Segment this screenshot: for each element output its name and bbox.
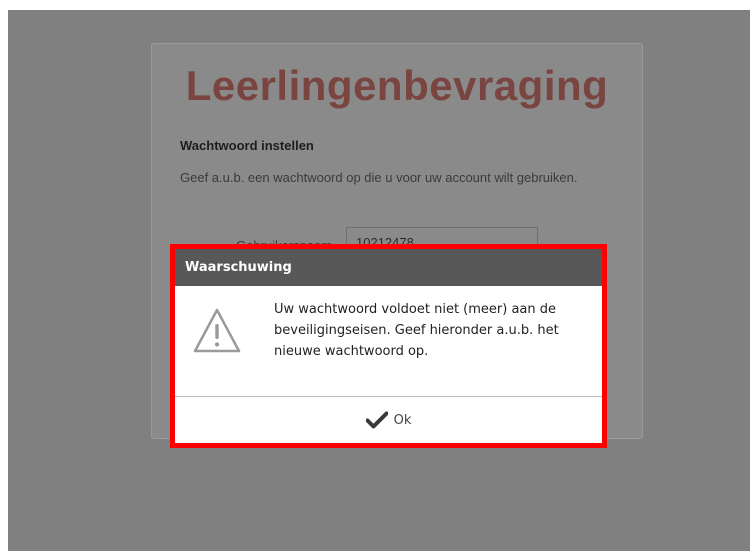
section-instructions: Geef a.u.b. een wachtwoord op die u voor… <box>180 170 578 185</box>
dialog-message: Uw wachtwoord voldoet niet (meer) aan de… <box>274 302 559 359</box>
dialog-title: Waarschuwing <box>175 249 602 286</box>
app-title: Leerlingenbevraging <box>185 62 609 109</box>
ok-button[interactable]: Ok <box>175 397 602 443</box>
ok-button-label: Ok <box>393 412 412 428</box>
section-heading: Wachtwoord instellen <box>180 138 314 153</box>
warning-dialog: Waarschuwing Uw wachtwoord voldoet niet … <box>175 249 602 443</box>
warning-triangle-icon <box>193 308 241 353</box>
checkmark-icon <box>365 411 388 429</box>
